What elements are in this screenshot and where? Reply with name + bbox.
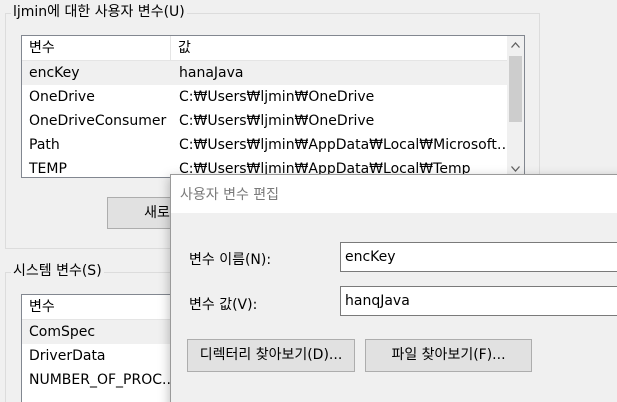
system-variables-group-title: 시스템 변수(S) [11, 261, 104, 281]
table-row[interactable]: OneDriveConsumer C:₩Users₩ljmin₩OneDrive [22, 109, 524, 133]
variable-name-cell: OneDriveConsumer [29, 113, 167, 129]
variable-name-cell: encKey [29, 65, 80, 81]
vertical-scrollbar[interactable] [507, 36, 524, 177]
dialog-titlebar[interactable]: 사용자 변수 편집 [171, 175, 617, 213]
variable-name-cell: NUMBER_OF_PROC... [29, 372, 172, 388]
table-row[interactable]: Path C:₩Users₩ljmin₩AppData₩Local₩Micros… [22, 133, 524, 157]
variable-name-cell: TEMP [29, 161, 67, 177]
variable-name-cell: Path [29, 137, 60, 153]
variable-value-cell: C:₩Users₩ljmin₩OneDrive [179, 89, 375, 105]
scrollbar-thumb[interactable] [509, 56, 522, 122]
column-header-variable[interactable]: 변수 [22, 295, 171, 319]
variable-value-label: 변수 값(V): [189, 297, 258, 313]
variable-value-cell: hanaJava [179, 65, 244, 81]
dialog-title: 사용자 변수 편집 [180, 187, 280, 203]
variable-name-cell: OneDrive [29, 89, 95, 105]
table-row[interactable]: encKey hanaJava [22, 61, 524, 85]
variable-name-label: 변수 이름(N): [189, 252, 272, 268]
column-header-variable[interactable]: 변수 [22, 36, 171, 60]
chevron-up-icon[interactable] [507, 36, 524, 53]
variable-name-cell: DriverData [29, 348, 106, 364]
user-variables-list[interactable]: 변수 값 encKey hanaJava OneDrive C:₩Users₩l… [21, 35, 525, 178]
table-row[interactable]: OneDrive C:₩Users₩ljmin₩OneDrive [22, 85, 524, 109]
variable-value-cell: C:₩Users₩ljmin₩AppData₩Local₩Microsoft₩.… [179, 137, 524, 153]
edit-user-variable-dialog: 사용자 변수 편집 변수 이름(N): encKey 변수 값(V): hanq… [170, 174, 617, 402]
variable-value-cell: C:₩Users₩ljmin₩OneDrive [179, 113, 375, 129]
browse-directory-button[interactable]: 디렉터리 찾아보기(D)... [187, 339, 355, 372]
browse-file-button[interactable]: 파일 찾아보기(F)... [365, 339, 532, 372]
variable-name-field[interactable]: encKey [340, 242, 617, 272]
user-variables-group-title: ljmin에 대한 사용자 변수(U) [11, 2, 187, 22]
variable-name-cell: ComSpec [29, 324, 96, 340]
column-header-value[interactable]: 값 [171, 36, 524, 60]
variable-value-field[interactable]: hanqJava [340, 286, 617, 316]
list-header: 변수 값 [22, 36, 524, 61]
